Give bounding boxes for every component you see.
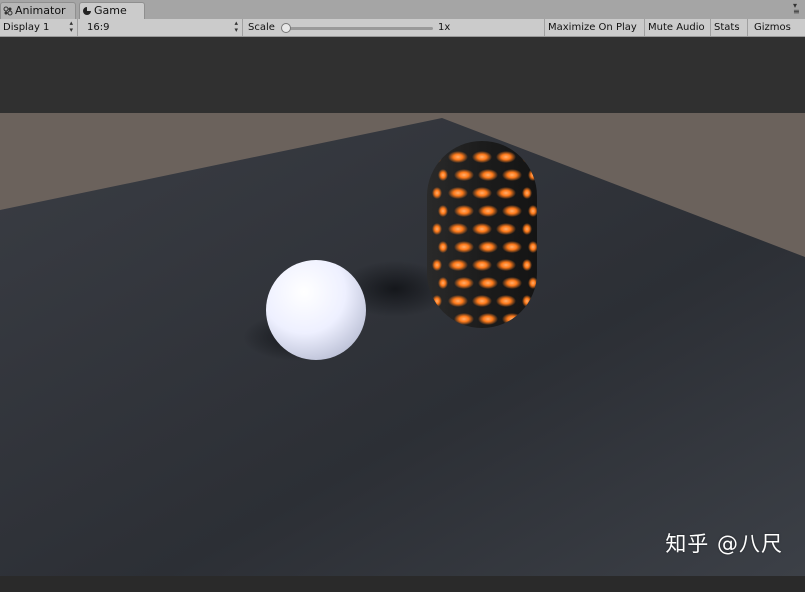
tab-animator[interactable]: Animator [0, 2, 76, 19]
maximize-on-play-label: Maximize On Play [548, 22, 637, 33]
capsule-glow-dot [448, 223, 468, 235]
capsule-glow-dot [438, 277, 448, 289]
capsule-glow-dot [496, 223, 516, 235]
aspect-dropdown-value: 16:9 [87, 22, 110, 33]
white-sphere [266, 260, 366, 360]
capsule-glow-dot [528, 241, 537, 253]
stats-button[interactable]: Stats [711, 19, 748, 36]
watermark-text: 知乎 @八尺 [665, 532, 783, 556]
scale-value: 1x [438, 22, 451, 33]
capsule-glow-dot [502, 205, 522, 217]
tab-animator-label: Animator [15, 4, 66, 17]
capsule-glow-dot [454, 169, 474, 181]
capsule-glow-dot [478, 241, 498, 253]
display-dropdown[interactable]: Display 1 ▴ ▾ [0, 19, 78, 36]
capsule-glow-dot [502, 169, 522, 181]
aspect-dropdown[interactable]: 16:9 ▴ ▾ [84, 19, 243, 36]
capsule-glow-dot [478, 205, 498, 217]
capsule-glow-dot [472, 151, 492, 163]
mute-audio-label: Mute Audio [648, 22, 705, 33]
capsule-glow-dot [438, 241, 448, 253]
capsule-glow-dot [448, 151, 468, 163]
game-scene [0, 37, 805, 576]
game-viewport[interactable]: 知乎 @八尺 [0, 37, 805, 576]
capsule-glow-dot [432, 259, 442, 271]
capsule-glow-dot [448, 295, 468, 307]
tab-game-label: Game [94, 4, 127, 17]
capsule-glow-dot [448, 187, 468, 199]
capsule-glow-dot [472, 187, 492, 199]
mute-audio-button[interactable]: Mute Audio [645, 19, 711, 36]
dropdown-arrows-icon: ▴ ▾ [69, 19, 73, 34]
capsule-glow-dot [454, 205, 474, 217]
panel-menu-icon[interactable]: ▾ ≡ [793, 2, 803, 16]
scale-label: Scale [248, 22, 275, 33]
capsule-glow-dot [438, 169, 448, 181]
capsule-glow-dot [432, 223, 442, 235]
capsule-glow-dot [472, 259, 492, 271]
gizmos-label: Gizmos [754, 22, 791, 33]
maximize-on-play-button[interactable]: Maximize On Play [545, 19, 645, 36]
capsule-glow-dot [522, 187, 532, 199]
capsule-glow-dot [528, 205, 537, 217]
capsule-glow-dot [496, 295, 516, 307]
display-dropdown-value: Display 1 [3, 22, 50, 33]
capsule-glow-dot [454, 277, 474, 289]
glowing-capsule [427, 141, 537, 328]
capsule-glow-dot [522, 259, 532, 271]
capsule-glow-dot [472, 295, 492, 307]
capsule-glow-dot [454, 241, 474, 253]
capsule-glow-dot [478, 277, 498, 289]
capsule-glow-dot [432, 187, 442, 199]
capsule-glow-dot [522, 223, 532, 235]
capsule-glow-dot [496, 259, 516, 271]
dropdown-arrows-icon: ▴ ▾ [234, 19, 238, 34]
capsule-glow-dot [478, 313, 498, 325]
animator-icon [3, 6, 13, 16]
capsule-glow-dot [472, 223, 492, 235]
capsule-glow-dot [448, 259, 468, 271]
game-icon [83, 7, 91, 15]
stats-label: Stats [714, 22, 740, 33]
capsule-glow-dot [496, 187, 516, 199]
tab-bar: Animator Game ▾ ≡ [0, 0, 805, 20]
tab-game[interactable]: Game [79, 2, 145, 19]
capsule-glow-dot [502, 241, 522, 253]
capsule-glow-dot [502, 277, 522, 289]
background-dark [0, 37, 805, 113]
capsule-glow-dot [478, 169, 498, 181]
gizmos-button[interactable]: Gizmos [751, 19, 805, 36]
capsule-glow-dot [438, 205, 448, 217]
capsule-glow-dot [496, 151, 516, 163]
scale-slider-track[interactable] [287, 27, 433, 30]
bottom-bar [0, 576, 805, 592]
scale-slider-thumb[interactable] [281, 23, 291, 33]
